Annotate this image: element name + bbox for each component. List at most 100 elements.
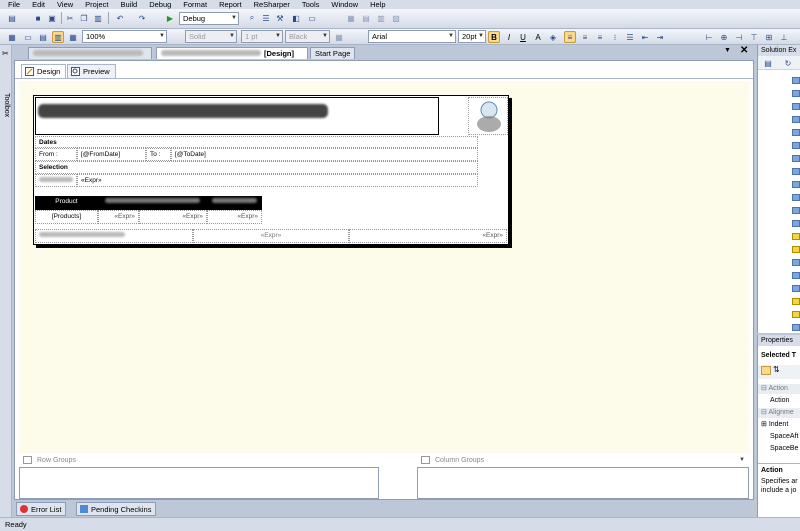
object-browser-icon[interactable]: ◧ bbox=[290, 12, 302, 24]
align-center-icon[interactable]: ≡ bbox=[579, 31, 591, 43]
menu-format[interactable]: Format bbox=[183, 0, 207, 9]
footer-left[interactable] bbox=[35, 229, 193, 243]
tree-item-icon[interactable] bbox=[792, 194, 800, 201]
page-icon[interactable]: ▭ bbox=[22, 31, 34, 43]
tree-item-icon[interactable] bbox=[792, 142, 800, 149]
selection-value[interactable]: «Expr» bbox=[77, 174, 478, 187]
from-date-value[interactable]: [@FromDate] bbox=[77, 148, 146, 161]
tab-error-list[interactable]: Error List bbox=[16, 502, 67, 516]
align-bottoms-icon[interactable]: ⊥ bbox=[778, 31, 790, 43]
properties-selected-object[interactable]: Selected T bbox=[758, 351, 800, 361]
from-label[interactable]: From : bbox=[35, 148, 77, 161]
property-row[interactable]: ⊞ Indent bbox=[758, 420, 800, 430]
spacing-icon[interactable]: ▧ bbox=[390, 12, 402, 24]
paste-icon[interactable]: ▥ bbox=[92, 12, 104, 24]
design-canvas[interactable]: Dates From : [@FromDate] To : [@ToDate] … bbox=[19, 81, 749, 453]
report-title-textbox[interactable] bbox=[35, 97, 439, 135]
chevron-down-icon[interactable]: ▼ bbox=[724, 47, 731, 54]
save-icon[interactable]: ■ bbox=[32, 12, 44, 24]
tree-item-icon[interactable] bbox=[792, 272, 800, 279]
property-row[interactable]: Action bbox=[758, 396, 800, 406]
row-groups-pane[interactable]: Row Groups bbox=[19, 455, 379, 499]
redo-icon[interactable]: ↷ bbox=[136, 12, 148, 24]
tab-report-design[interactable]: [Design] bbox=[156, 47, 308, 59]
font-name-select[interactable]: Arial ▼ bbox=[368, 30, 456, 43]
zoom-select[interactable]: 100% ▼ bbox=[82, 30, 167, 43]
tree-item-icon[interactable] bbox=[792, 285, 800, 292]
outdent-icon[interactable]: ⇤ bbox=[639, 31, 651, 43]
align-right-icon[interactable]: ≡ bbox=[594, 31, 606, 43]
footer-center[interactable]: «Expr» bbox=[193, 229, 349, 243]
menu-project[interactable]: Project bbox=[85, 0, 108, 9]
tab-pending-checkins[interactable]: Pending Checkins bbox=[76, 502, 157, 516]
menu-report[interactable]: Report bbox=[219, 0, 242, 9]
tree-item-icon[interactable] bbox=[792, 155, 800, 162]
tree-item-icon[interactable] bbox=[792, 77, 800, 84]
table-header-col2[interactable] bbox=[98, 196, 207, 210]
menu-view[interactable]: View bbox=[57, 0, 73, 9]
border-style-select[interactable]: Solid ▼ bbox=[185, 30, 237, 43]
tree-item-icon[interactable] bbox=[792, 181, 800, 188]
tree-item-icon[interactable] bbox=[792, 116, 800, 123]
tree-item-icon[interactable] bbox=[792, 220, 800, 227]
save-all-icon[interactable]: ▣ bbox=[46, 12, 58, 24]
properties-icon[interactable]: ▤ bbox=[762, 57, 774, 69]
new-project-icon[interactable]: ▤ bbox=[6, 12, 18, 24]
tree-item-icon[interactable] bbox=[792, 103, 800, 110]
tab-design[interactable]: Design bbox=[21, 64, 67, 78]
tab-preview[interactable]: Preview bbox=[67, 64, 116, 78]
tree-item-icon[interactable] bbox=[792, 168, 800, 175]
start-debugging-icon[interactable]: ▶ bbox=[164, 12, 176, 24]
warning-icon[interactable] bbox=[792, 311, 800, 318]
table-cell-products[interactable]: [Products] bbox=[35, 210, 98, 224]
align-tops-icon[interactable]: ⊤ bbox=[748, 31, 760, 43]
border-width-select[interactable]: 1 pt ▼ bbox=[241, 30, 283, 43]
size-icon[interactable]: ▥ bbox=[375, 12, 387, 24]
tab-hidden-document[interactable] bbox=[28, 47, 152, 59]
bullet-list-icon[interactable]: ☰ bbox=[624, 31, 636, 43]
property-category[interactable]: ⊟ Alignme bbox=[758, 408, 800, 418]
italic-button[interactable]: I bbox=[503, 31, 515, 43]
column-groups-list[interactable] bbox=[417, 467, 749, 499]
copy-icon[interactable]: ❐ bbox=[78, 12, 90, 24]
selection-name-label[interactable] bbox=[35, 174, 77, 187]
sort-alpha-icon[interactable]: ⇅ bbox=[773, 365, 780, 374]
menu-window[interactable]: Window bbox=[331, 0, 358, 9]
underline-button[interactable]: U bbox=[517, 31, 529, 43]
bold-button[interactable]: B bbox=[488, 31, 500, 43]
menu-build[interactable]: Build bbox=[121, 0, 138, 9]
tree-item-icon[interactable] bbox=[792, 324, 800, 331]
grid-icon[interactable]: ▦ bbox=[6, 31, 18, 43]
tree-item-icon[interactable] bbox=[792, 90, 800, 97]
menu-debug[interactable]: Debug bbox=[149, 0, 171, 9]
format-icon[interactable]: ▦ bbox=[345, 12, 357, 24]
warning-icon[interactable] bbox=[792, 246, 800, 253]
table-icon[interactable]: ▦ bbox=[67, 31, 79, 43]
footer-right[interactable]: «Expr» bbox=[349, 229, 507, 243]
align-centers-icon[interactable]: ⊕ bbox=[718, 31, 730, 43]
solution-config-select[interactable]: Debug ▼ bbox=[179, 12, 239, 25]
font-color-icon[interactable]: A bbox=[532, 31, 544, 43]
close-icon[interactable]: ✕ bbox=[740, 45, 748, 56]
table-header-col3[interactable] bbox=[207, 196, 262, 210]
warning-icon[interactable] bbox=[792, 233, 800, 240]
dates-label[interactable]: Dates bbox=[35, 136, 478, 148]
align-left-icon[interactable]: ≡ bbox=[564, 31, 576, 43]
to-label[interactable]: To : bbox=[146, 148, 171, 161]
align-icon[interactable]: ▤ bbox=[360, 12, 372, 24]
fill-color-icon[interactable]: ◈ bbox=[547, 31, 559, 43]
tools-icon[interactable]: ⚒ bbox=[274, 12, 286, 24]
selection-label[interactable]: Selection bbox=[35, 161, 478, 174]
command-window-icon[interactable]: ▭ bbox=[306, 12, 318, 24]
find-icon[interactable]: ⌕ bbox=[246, 12, 258, 24]
table-cell-expr[interactable]: «Expr» bbox=[207, 210, 262, 224]
menu-help[interactable]: Help bbox=[370, 0, 385, 9]
tree-item-icon[interactable] bbox=[792, 259, 800, 266]
layout-icon[interactable]: ▤ bbox=[37, 31, 49, 43]
align-rights-icon[interactable]: ⊣ bbox=[733, 31, 745, 43]
warning-icon[interactable] bbox=[792, 298, 800, 305]
column-groups-pane[interactable]: Column Groups ▼ bbox=[417, 455, 749, 499]
menu-edit[interactable]: Edit bbox=[32, 0, 45, 9]
logo-image[interactable] bbox=[468, 97, 508, 135]
row-groups-list[interactable] bbox=[19, 467, 379, 499]
